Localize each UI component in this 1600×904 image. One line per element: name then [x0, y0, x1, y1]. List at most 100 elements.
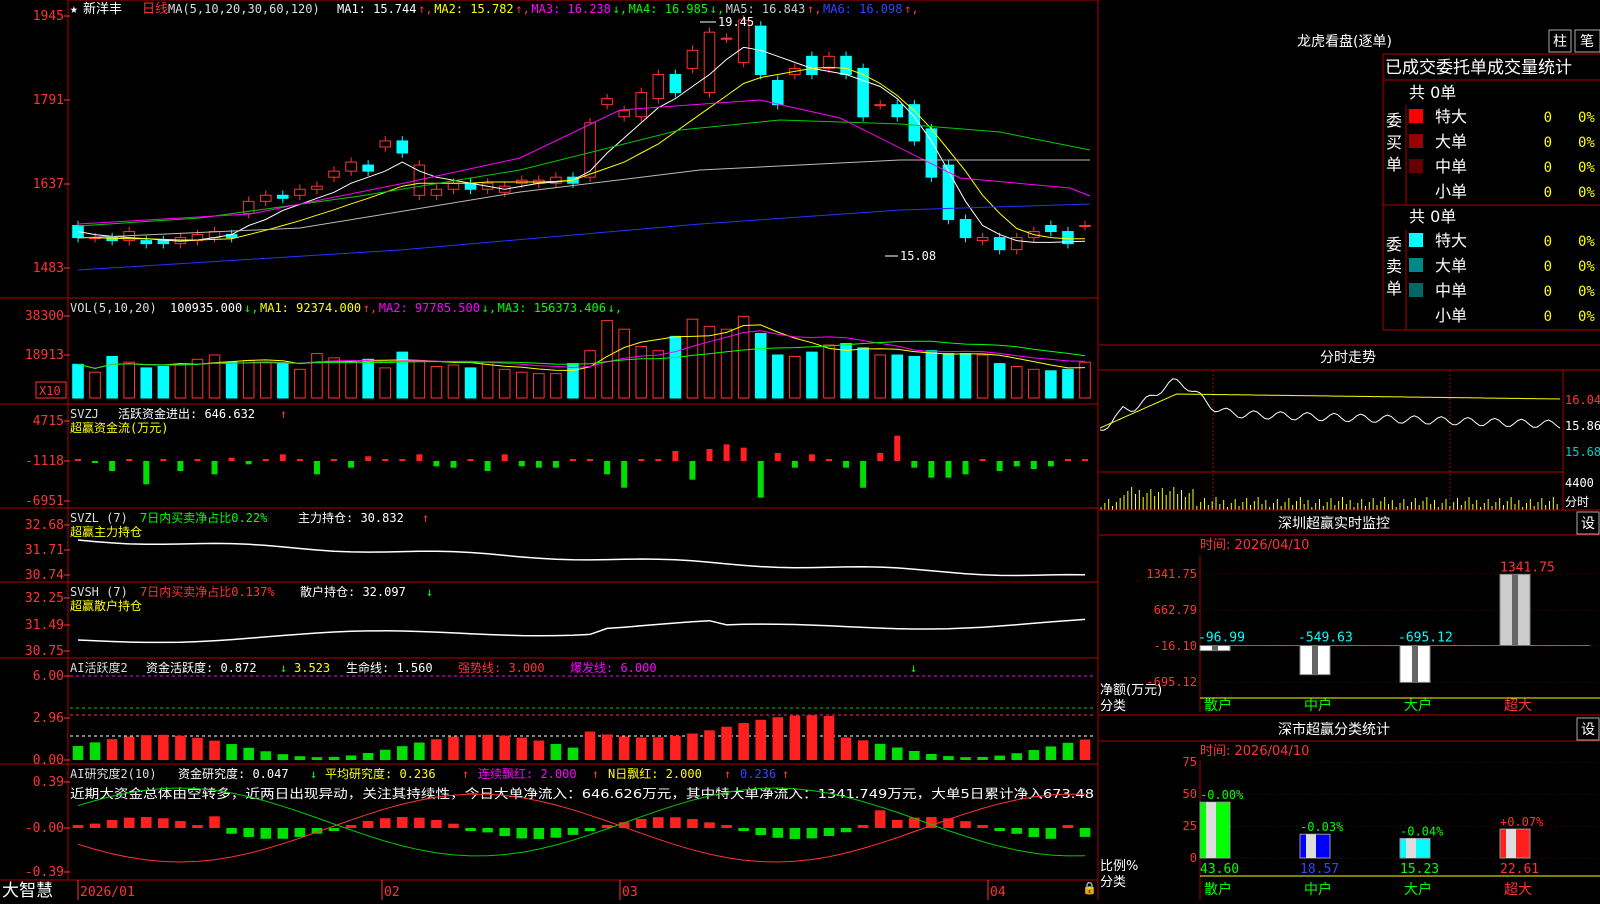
x-tick-label: 02 [384, 885, 400, 900]
volume-bar [242, 360, 255, 399]
row-name: 中单 [1435, 281, 1467, 300]
research-bar [1062, 825, 1074, 828]
active-bar [926, 753, 937, 760]
y-tick-label: 1483 [33, 261, 64, 276]
classify-bar-delta: -0.00% [1200, 788, 1244, 802]
vertical-label-char: 单 [1386, 155, 1402, 174]
active-bar [567, 747, 579, 760]
svzj-y-ticks: 4715 -1118 -6951 [25, 414, 70, 509]
indicator-value: MA5: 16.843 [726, 2, 805, 16]
indicator-arrow: ↓, [613, 2, 627, 16]
candle [993, 237, 1006, 251]
row-pct: 0% [1578, 309, 1595, 325]
volume-bar [1010, 365, 1023, 399]
y-tick-label: 32.68 [25, 518, 64, 533]
flow-bar [996, 461, 1003, 471]
candle [874, 104, 886, 107]
candle [1079, 225, 1091, 227]
y-tick-label: 4715 [33, 414, 64, 429]
header-star: ★ [70, 2, 78, 17]
ai-active-plot [72, 715, 1091, 760]
row-name: 大单 [1435, 256, 1467, 275]
classify-bar-delta: -0.04% [1400, 825, 1444, 839]
volume-bar [874, 354, 886, 399]
kline-panels[interactable]: ★ 新洋丰 日线 MA(5,10,20,30,60,120) MA1: 15.7… [0, 0, 1099, 901]
candle [652, 73, 665, 100]
active-bar [226, 744, 237, 760]
indicator-arrow: ↑, [904, 2, 918, 16]
intraday-unit: 分时 [1565, 495, 1589, 509]
classify-y-tick: 75 [1183, 755, 1197, 769]
research-bar [345, 824, 357, 828]
lock-icon[interactable]: 🔒 [1082, 881, 1097, 895]
indicator-arrow: ↓, [710, 2, 724, 16]
volume-bar [498, 368, 511, 399]
active-bar [158, 734, 169, 760]
monitor-bar-label: 大户 [1404, 697, 1432, 714]
active-bar [891, 747, 903, 760]
y-tick-label: 38300 [25, 309, 64, 324]
flow-bar [143, 461, 150, 485]
flow-bar [518, 461, 525, 467]
row-color-swatch [1409, 109, 1423, 123]
active-bar [175, 735, 186, 760]
candle [584, 122, 596, 178]
candle [942, 164, 955, 220]
buy-side-label: 委买单 [1386, 111, 1402, 174]
flow-bar [740, 447, 747, 461]
flow-bar [228, 457, 235, 461]
active-bar [396, 746, 408, 760]
classify-bar-label: 散户 [1204, 881, 1232, 898]
flow-bar [928, 461, 935, 478]
y-tick-label: 32.25 [25, 591, 64, 606]
main-chart-frame [67, 0, 1099, 299]
active-bar [431, 739, 442, 760]
flow-bar [689, 461, 696, 480]
y-tick-label: 1637 [33, 177, 64, 192]
active-bar [362, 752, 374, 760]
active-bar [994, 755, 1005, 760]
flow-bar [399, 459, 406, 461]
indicator-arrow: ↑, [807, 2, 821, 16]
candle [362, 164, 374, 172]
research-bar [1045, 828, 1057, 839]
active-bar [328, 756, 340, 760]
active-bar [1011, 753, 1023, 760]
retail-hold-line [77, 618, 1086, 644]
ai-research-d-arrow: ↑ [724, 767, 731, 781]
candle [771, 80, 784, 106]
indicator-arrow: ↑, [363, 301, 377, 315]
active-bar [840, 737, 852, 760]
monitor-bar-value: -549.63 [1298, 631, 1353, 646]
active-bar [738, 723, 749, 760]
volume-bar [840, 343, 852, 399]
flow-bar [296, 459, 303, 461]
fund-flow-plot [75, 435, 1088, 498]
flow-bar [552, 461, 559, 468]
research-bar [994, 828, 1005, 831]
volume-bar [789, 355, 801, 399]
y-tick-label: -0.39 [25, 865, 64, 880]
active-bar [618, 736, 630, 760]
volume-bar [925, 350, 938, 399]
y-tick-label: -6951 [25, 494, 64, 509]
active-bar [687, 733, 698, 760]
intraday-tick-label: 15.68 [1565, 445, 1600, 459]
monitor-bar-shade [1512, 574, 1518, 646]
research-bar [277, 828, 289, 839]
volume-bar [806, 351, 818, 399]
flow-bar [160, 459, 167, 461]
vol-unit: X10 [39, 384, 61, 398]
classify-xlabel: 分类 [1100, 875, 1126, 890]
active-bar [448, 736, 459, 760]
research-bar [670, 817, 681, 828]
volume-bar [823, 344, 835, 399]
active-bar [345, 755, 357, 760]
ma-line [77, 46, 1086, 243]
row-name: 小单 [1435, 306, 1467, 325]
ai-active-a: 资金活跃度: 0.872 [146, 660, 257, 675]
flow-bar [501, 454, 508, 461]
classify-bar-delta: -0.03% [1300, 820, 1344, 834]
candle [157, 240, 170, 245]
volume-bar [669, 335, 682, 399]
